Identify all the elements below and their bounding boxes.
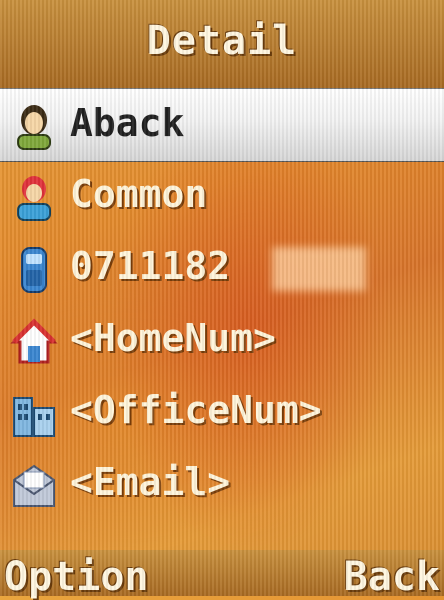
screen-title: Detail <box>146 18 298 64</box>
contact-home-number: <HomeNum> <box>70 316 276 360</box>
detail-row-name[interactable]: Aback <box>0 88 444 162</box>
mobile-phone-icon <box>21 247 47 293</box>
detail-row-email[interactable]: <Email> <box>0 448 444 520</box>
person-icon <box>17 105 51 150</box>
title-bar: Detail <box>0 0 444 88</box>
redacted-digits <box>272 247 366 291</box>
contact-office-number: <OfficeNum> <box>70 388 322 432</box>
home-icon <box>10 318 58 364</box>
detail-row-mobile[interactable]: 0711182 <box>0 232 444 304</box>
back-softkey[interactable]: Back <box>344 554 440 600</box>
group-icon <box>17 176 51 221</box>
contact-email: <Email> <box>70 460 231 504</box>
office-building-icon <box>13 397 55 437</box>
contact-name: Aback <box>70 101 185 145</box>
email-icon <box>13 464 55 507</box>
contact-group: Common <box>70 172 208 216</box>
softkey-bar: Option Back <box>0 550 444 600</box>
detail-row-home[interactable]: <HomeNum> <box>0 304 444 376</box>
contact-mobile-number: 0711182 <box>70 244 231 288</box>
option-softkey[interactable]: Option <box>4 554 149 600</box>
detail-row-office[interactable]: <OfficeNum> <box>0 376 444 448</box>
detail-row-group[interactable]: Common <box>0 160 444 232</box>
